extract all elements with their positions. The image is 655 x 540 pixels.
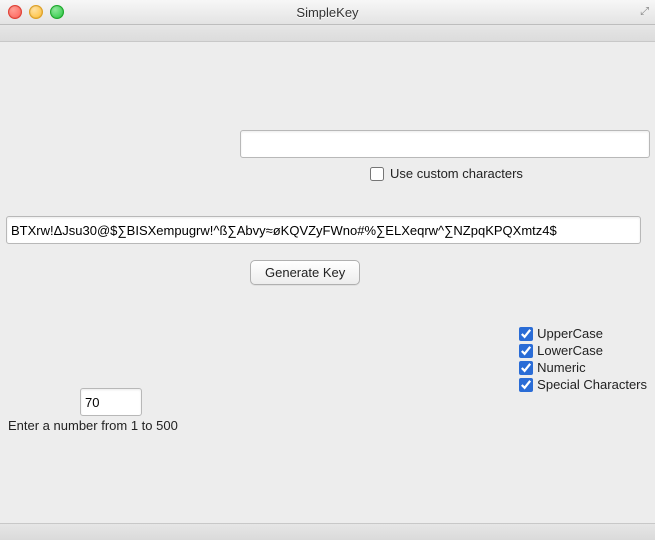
content-area: Use custom characters Generate Key Upper… (0, 42, 655, 526)
use-custom-characters-label: Use custom characters (390, 166, 523, 181)
generate-key-button[interactable]: Generate Key (250, 260, 360, 285)
footer-strip (0, 523, 655, 540)
special-checkbox[interactable] (519, 378, 533, 392)
uppercase-checkbox[interactable] (519, 327, 533, 341)
generated-key-output[interactable] (6, 216, 641, 244)
zoom-icon[interactable] (50, 5, 64, 19)
custom-characters-input[interactable] (240, 130, 650, 158)
toolbar-strip (0, 25, 655, 42)
uppercase-label: UpperCase (537, 326, 603, 341)
option-special[interactable]: Special Characters (519, 377, 647, 392)
option-numeric[interactable]: Numeric (519, 360, 647, 375)
option-uppercase[interactable]: UpperCase (519, 326, 647, 341)
custom-characters-row: Use custom characters (370, 166, 523, 181)
expand-icon[interactable]: ⤢ (640, 6, 649, 19)
traffic-lights (8, 5, 64, 19)
numeric-label: Numeric (537, 360, 585, 375)
length-hint: Enter a number from 1 to 500 (8, 418, 178, 433)
use-custom-characters-checkbox[interactable] (370, 167, 384, 181)
lowercase-checkbox[interactable] (519, 344, 533, 358)
length-input[interactable] (80, 388, 142, 416)
close-icon[interactable] (8, 5, 22, 19)
numeric-checkbox[interactable] (519, 361, 533, 375)
special-label: Special Characters (537, 377, 647, 392)
option-lowercase[interactable]: LowerCase (519, 343, 647, 358)
titlebar: SimpleKey ⤢ (0, 0, 655, 25)
options-panel: UpperCase LowerCase Numeric Special Char… (519, 326, 647, 392)
window-title: SimpleKey (6, 5, 649, 20)
minimize-icon[interactable] (29, 5, 43, 19)
lowercase-label: LowerCase (537, 343, 603, 358)
